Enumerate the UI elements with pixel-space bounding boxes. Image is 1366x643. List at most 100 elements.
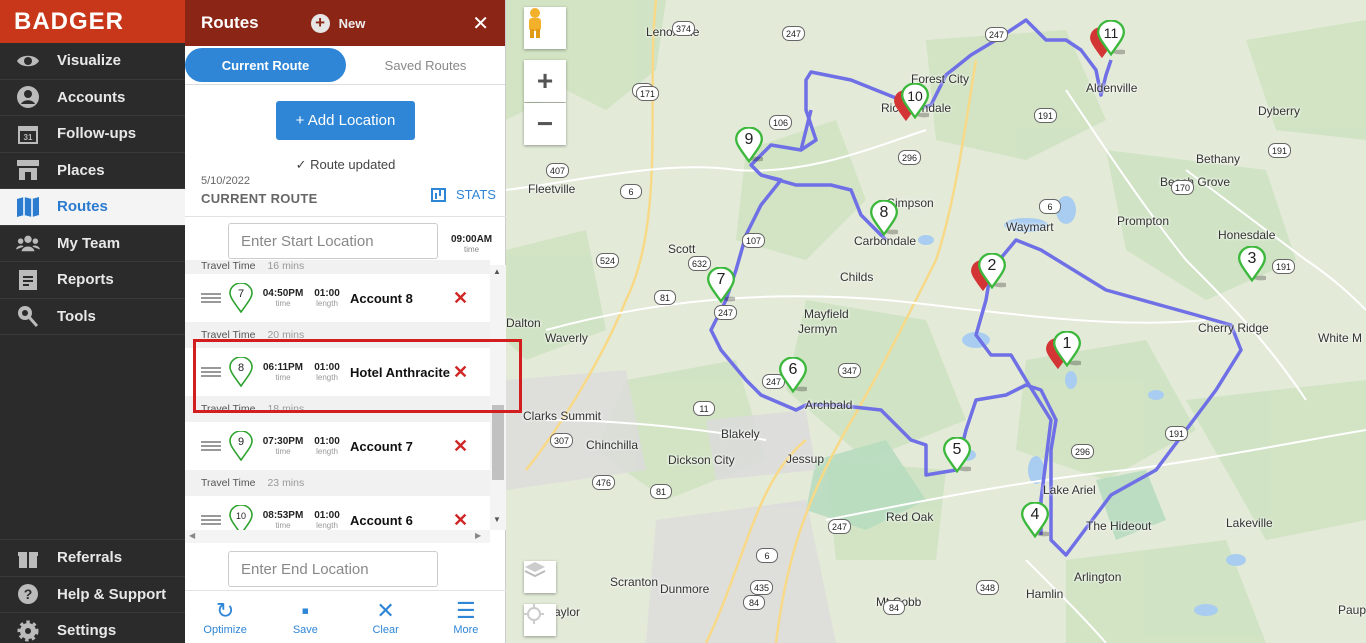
stop-list-hscrollbar[interactable]: ◀ ▶	[185, 530, 490, 543]
street-view-pegman-icon[interactable]	[524, 7, 566, 49]
stop-length[interactable]: 01:00 length	[314, 436, 340, 456]
tab-current-route[interactable]: Current Route	[185, 48, 346, 82]
nav-item-places[interactable]: Places	[0, 153, 185, 189]
start-location-input[interactable]: Enter Start Location	[228, 223, 438, 259]
map-marker-number: 7	[716, 271, 726, 288]
stop-length[interactable]: 01:00 length	[314, 288, 340, 308]
plus-icon: +	[310, 13, 330, 33]
scrollbar-thumb[interactable]	[492, 405, 504, 480]
map-marker-5[interactable]: 5	[943, 437, 973, 477]
stop-length-value: 01:00	[314, 510, 340, 521]
nav-item-follow-ups[interactable]: 31 Follow-ups	[0, 116, 185, 153]
scroll-down-icon[interactable]: ▼	[493, 515, 501, 524]
drag-handle-icon[interactable]	[201, 293, 221, 303]
map-view[interactable]: LenoxvilleForest CityRichmondaleAldenvil…	[506, 0, 1366, 643]
map-marker-2[interactable]: 2	[971, 253, 1008, 293]
app: BADGER Visualize Accounts 31 Follow-ups Plac…	[0, 0, 1366, 643]
nav-item-label: Accounts	[57, 88, 126, 106]
nav-item-settings[interactable]: Settings	[0, 612, 185, 643]
map-place-label: Clarks Summit	[523, 409, 602, 423]
road-shield: 191	[1034, 108, 1058, 123]
nav-item-help-support[interactable]: ? Help & Support	[0, 575, 185, 613]
end-location-input[interactable]: Enter End Location	[228, 551, 438, 587]
nav-item-tools[interactable]: Tools	[0, 299, 185, 335]
road-shield: 106	[769, 115, 793, 130]
start-time[interactable]: 09:00AM time	[451, 234, 492, 254]
map-marker-7[interactable]: 7	[707, 267, 737, 307]
road-shield: 81	[654, 290, 676, 305]
map-marker-10[interactable]: 10	[894, 83, 931, 123]
map-icon	[16, 195, 40, 219]
road-shield: 524	[596, 253, 620, 268]
map-marker-6[interactable]: 6	[779, 357, 809, 397]
start-location-row: Enter Start Location 09:00AM time	[185, 216, 506, 260]
map-marker-4[interactable]: 4	[1021, 502, 1051, 542]
map-place-label: Paup	[1338, 603, 1366, 617]
delete-stop-icon[interactable]: ✕	[453, 288, 468, 309]
stop-name[interactable]: Account 6	[350, 513, 450, 528]
toolbar-optimize-button[interactable]: ↻ Optimize	[185, 591, 265, 643]
map-place-label: Fleetville	[528, 182, 576, 196]
stop-time[interactable]: 08:53PM time	[262, 510, 304, 530]
close-icon[interactable]: ✕	[472, 11, 489, 36]
road-shield: 191	[1165, 426, 1189, 441]
toolbar-clear-button[interactable]: ✕ Clear	[346, 591, 426, 643]
zoom-out-button[interactable]: −	[524, 103, 566, 145]
nav-item-referrals[interactable]: Referrals	[0, 539, 185, 576]
report-icon	[16, 268, 40, 292]
road-shield: 348	[976, 580, 1000, 595]
zoom-in-button[interactable]: +	[524, 60, 566, 102]
scroll-right-icon[interactable]: ▶	[475, 531, 481, 540]
toolbar-more-button[interactable]: ☰ More	[426, 591, 506, 643]
person-icon	[16, 85, 40, 109]
road-shield: 81	[650, 484, 672, 499]
main-nav: BADGER Visualize Accounts 31 Follow-ups Plac…	[0, 0, 185, 643]
svg-text:7: 7	[238, 288, 244, 300]
map-place-label: Mayfield	[804, 307, 849, 321]
map-marker-8[interactable]: 8	[870, 200, 900, 240]
map-place-label: The Hideout	[1086, 519, 1152, 533]
toolbar-save-button[interactable]: ▪ Save	[265, 591, 345, 643]
route-stop-row[interactable]: 10 08:53PM time 01:00 length Account 6 ✕	[185, 496, 490, 530]
stop-time[interactable]: 04:50PM time	[262, 288, 304, 308]
stop-length[interactable]: 01:00 length	[314, 510, 340, 530]
stop-name[interactable]: Account 7	[350, 439, 450, 454]
stats-button[interactable]: STATS	[431, 187, 496, 202]
layers-icon[interactable]	[524, 561, 556, 593]
map-marker-11[interactable]: 11	[1090, 20, 1127, 60]
nav-item-label: Follow-ups	[57, 125, 137, 143]
svg-text:?: ?	[24, 586, 33, 602]
drag-handle-icon[interactable]	[201, 441, 221, 451]
stop-time-sub: time	[275, 299, 291, 308]
map-marker-9[interactable]: 9	[735, 127, 765, 167]
start-time-value: 09:00AM	[451, 234, 493, 245]
delete-stop-icon[interactable]: ✕	[453, 436, 468, 457]
new-route-button[interactable]: + New	[310, 13, 365, 33]
stop-name[interactable]: Account 8	[350, 291, 450, 306]
nav-item-accounts[interactable]: Accounts	[0, 80, 185, 116]
tab-saved-routes[interactable]: Saved Routes	[345, 48, 506, 82]
delete-stop-icon[interactable]: ✕	[453, 510, 468, 530]
drag-handle-icon[interactable]	[201, 515, 221, 525]
nav-item-my-team[interactable]: My Team	[0, 226, 185, 262]
route-stop-row[interactable]: 9 07:30PM time 01:00 length Account 7 ✕	[185, 422, 490, 470]
scroll-up-icon[interactable]: ▲	[493, 267, 501, 276]
my-location-icon[interactable]	[524, 604, 556, 636]
nav-item-routes[interactable]: Routes	[0, 189, 185, 226]
stop-time[interactable]: 07:30PM time	[262, 436, 304, 456]
route-stop-row[interactable]: 7 04:50PM time 01:00 length Account 8 ✕	[185, 274, 490, 322]
map-marker-1[interactable]: 1	[1046, 331, 1083, 371]
map-place-label: Blakely	[721, 427, 760, 441]
badger-logo[interactable]: BADGER	[0, 0, 185, 43]
add-location-button[interactable]: + Add Location	[276, 101, 415, 140]
scroll-left-icon[interactable]: ◀	[189, 531, 195, 540]
route-date: 5/10/2022	[201, 175, 250, 187]
clear-icon: ✕	[376, 598, 395, 623]
nav-item-visualize[interactable]: Visualize	[0, 43, 185, 80]
stats-label: STATS	[456, 187, 496, 202]
svg-text:10: 10	[236, 511, 246, 521]
map-marker-3[interactable]: 3	[1238, 246, 1268, 286]
nav-item-reports[interactable]: Reports	[0, 262, 185, 299]
road-shield: 191	[1268, 143, 1292, 158]
map-place-label: Jessup	[786, 452, 825, 466]
